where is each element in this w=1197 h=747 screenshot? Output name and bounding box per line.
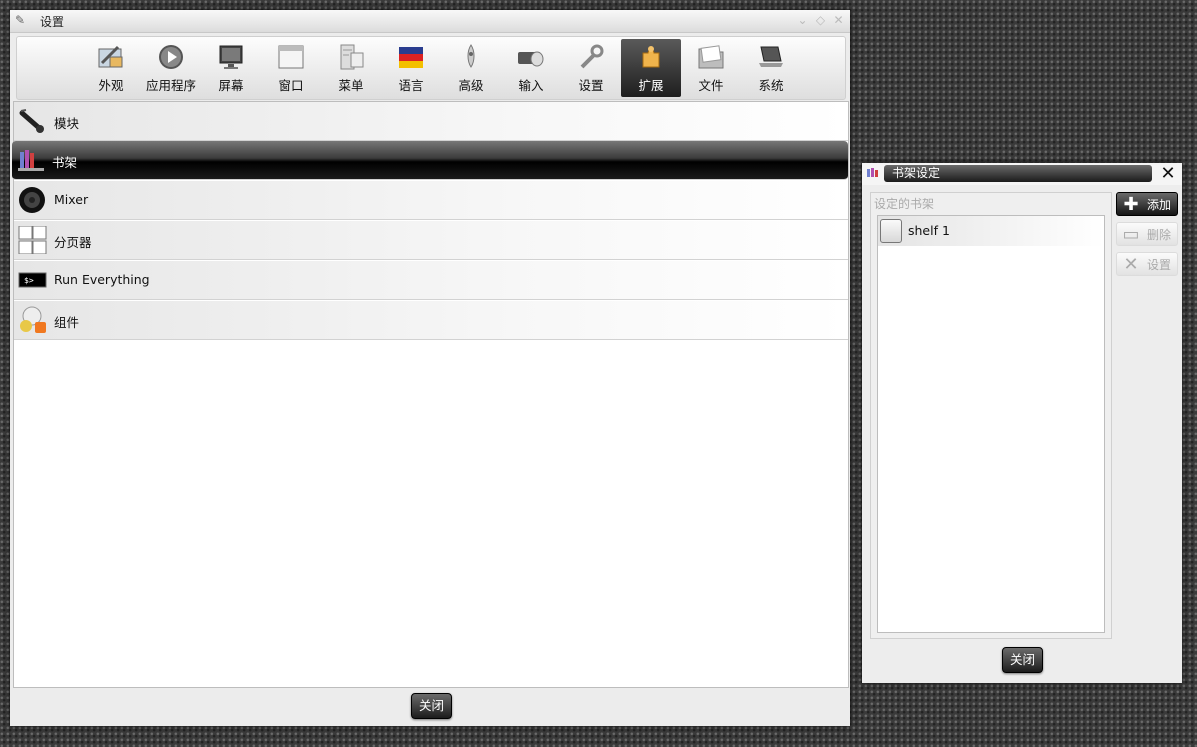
close-icon[interactable]: ✕ (1158, 164, 1178, 184)
list-item-pager[interactable]: 分页器 (14, 221, 848, 260)
tab-language[interactable]: 语言 (381, 39, 441, 97)
list-item-shelf-1[interactable]: shelf 1 (878, 216, 1104, 246)
extension-list: 模块 书架 Mixer 分页器 $> Run Everything 组件 (12, 101, 849, 688)
list-item-shelf[interactable]: 书架 (12, 141, 848, 180)
tab-label: 扩展 (638, 78, 664, 93)
terminal-icon: $> (18, 272, 47, 288)
extensions-icon (642, 46, 660, 68)
list-item-label: 模块 (54, 116, 80, 131)
shelf-list: shelf 1 (877, 215, 1105, 633)
settings-window: ✎ 设置 ⌄ ◇ ✕ 外观 应用程序 屏幕 窗口 菜单 语言 高级 输入 设置 … (10, 10, 850, 726)
settings-button[interactable]: ✕ 设置 (1116, 252, 1178, 276)
speaker-icon (19, 187, 45, 213)
tab-window[interactable]: 窗口 (261, 39, 321, 97)
tab-screen[interactable]: 屏幕 (201, 39, 261, 97)
tab-settings[interactable]: 设置 (561, 39, 621, 97)
tab-menu[interactable]: 菜单 (321, 39, 381, 97)
widgets-icon (20, 306, 46, 333)
list-item-label: 组件 (54, 315, 80, 330)
settings-label: 设置 (1147, 258, 1172, 272)
module-plug-icon (19, 109, 44, 133)
window-title: 设置 (40, 15, 65, 29)
list-item-mixer[interactable]: Mixer (14, 181, 848, 220)
title-bar[interactable]: ✎ 设置 ⌄ ◇ ✕ (10, 10, 850, 33)
tools-icon: ✕ (1123, 254, 1139, 275)
add-label: 添加 (1147, 198, 1172, 212)
window-icon (278, 45, 304, 69)
list-item-label: Mixer (54, 192, 89, 207)
tab-advanced[interactable]: 高级 (441, 39, 501, 97)
shelf-settings-dialog: 书架设定 ✕ 设定的书架 shelf 1 ✚ 添加 ▭ 删除 ✕ 设置 关闭 (862, 163, 1182, 683)
list-item-widgets[interactable]: 组件 (14, 301, 848, 340)
category-toolbar: 外观 应用程序 屏幕 窗口 菜单 语言 高级 输入 设置 扩展 文件 系统 (16, 36, 846, 100)
tab-label: 高级 (458, 78, 484, 93)
advanced-icon (467, 44, 475, 68)
shelf-books-icon (867, 168, 878, 177)
wrench-icon: ✎ (15, 13, 26, 27)
tab-label: 应用程序 (145, 78, 196, 93)
system-icon (759, 46, 783, 67)
window-footer: 关闭 (10, 686, 850, 726)
tab-label: 输入 (518, 78, 544, 93)
shelf-icon (880, 219, 902, 243)
dialog-title-bar[interactable]: 书架设定 ✕ (862, 163, 1182, 185)
delete-label: 删除 (1147, 228, 1172, 242)
pager-icon (18, 226, 47, 254)
close-button[interactable]: 关闭 (411, 693, 453, 719)
list-item-module[interactable]: 模块 (14, 102, 848, 141)
tab-label: 语言 (398, 78, 424, 93)
list-item-run-everything[interactable]: $> Run Everything (14, 261, 848, 300)
svg-text:$>: $> (24, 276, 34, 285)
screen-icon (219, 45, 243, 69)
list-item-label: 分页器 (54, 235, 92, 250)
minus-icon: ▭ (1122, 224, 1140, 245)
tab-applications[interactable]: 应用程序 (141, 39, 201, 97)
close-icon[interactable]: ✕ (831, 13, 846, 28)
tab-input[interactable]: 输入 (501, 39, 561, 97)
window-controls: ⌄ ◇ ✕ (795, 13, 846, 28)
configured-shelves-group: 设定的书架 shelf 1 (870, 192, 1112, 639)
tab-label: 屏幕 (218, 78, 244, 93)
tab-label: 窗口 (278, 78, 304, 93)
delete-button[interactable]: ▭ 删除 (1116, 222, 1178, 246)
tab-appearance[interactable]: 外观 (81, 39, 141, 97)
shelf-books-icon (18, 150, 44, 171)
settings-icon (580, 44, 604, 69)
plus-icon: ✚ (1123, 194, 1139, 215)
appearance-icon (98, 45, 123, 68)
shelf-item-label: shelf 1 (908, 223, 950, 238)
menu-icon (340, 44, 364, 70)
applications-icon (159, 45, 183, 69)
tab-label: 设置 (578, 78, 604, 93)
maximize-icon[interactable]: ◇ (813, 13, 828, 28)
list-item-label: Run Everything (54, 272, 150, 287)
tab-label: 系统 (758, 78, 784, 93)
add-button[interactable]: ✚ 添加 (1116, 192, 1178, 216)
tab-files[interactable]: 文件 (681, 39, 741, 97)
language-icon (399, 47, 423, 68)
files-icon (698, 45, 724, 69)
shade-icon[interactable]: ⌄ (795, 13, 810, 28)
tab-label: 文件 (698, 78, 724, 93)
group-label: 设定的书架 (874, 197, 935, 211)
list-item-label: 书架 (52, 155, 78, 170)
tab-label: 菜单 (338, 78, 364, 93)
dialog-close-button[interactable]: 关闭 (1002, 647, 1044, 673)
dialog-title: 书架设定 (884, 165, 1152, 182)
tab-label: 外观 (98, 78, 124, 93)
tab-extensions[interactable]: 扩展 (621, 39, 681, 97)
tab-system[interactable]: 系统 (741, 39, 801, 97)
input-icon (518, 51, 544, 67)
